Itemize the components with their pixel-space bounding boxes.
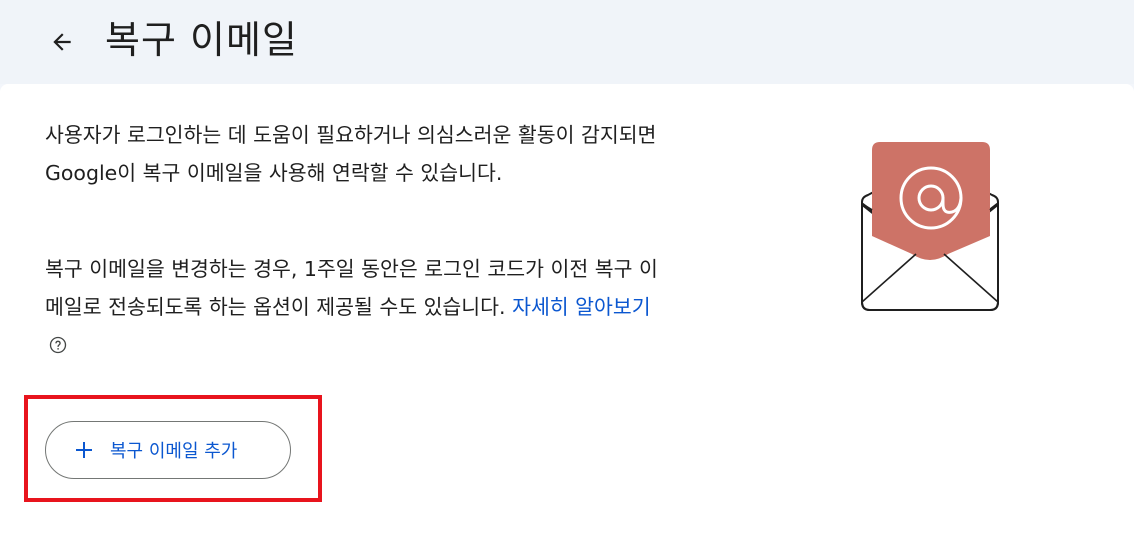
page-header: 복구 이메일 xyxy=(0,0,1134,84)
add-recovery-email-label: 복구 이메일 추가 xyxy=(110,441,238,462)
content-card: 사용자가 로그인하는 데 도움이 필요하거나 의심스러운 활동이 감지되면 Go… xyxy=(0,84,1134,552)
help-circle-icon xyxy=(48,329,68,367)
envelope-at-icon xyxy=(861,142,999,311)
envelope-illustration xyxy=(856,142,1004,312)
page-title: 복구 이메일 xyxy=(105,18,298,62)
arrow-back-icon xyxy=(53,33,71,51)
add-recovery-email-button[interactable]: 복구 이메일 추가 xyxy=(45,421,291,479)
plus-icon xyxy=(76,442,92,458)
description-text: 사용자가 로그인하는 데 도움이 필요하거나 의심스러운 활동이 감지되면 Go… xyxy=(45,123,657,185)
back-button[interactable] xyxy=(42,22,82,62)
learn-more-label: 자세히 알아보기 xyxy=(512,295,651,319)
change-notice-text: 복구 이메일을 변경하는 경우, 1주일 동안은 로그인 코드가 이전 복구 이… xyxy=(45,250,660,367)
